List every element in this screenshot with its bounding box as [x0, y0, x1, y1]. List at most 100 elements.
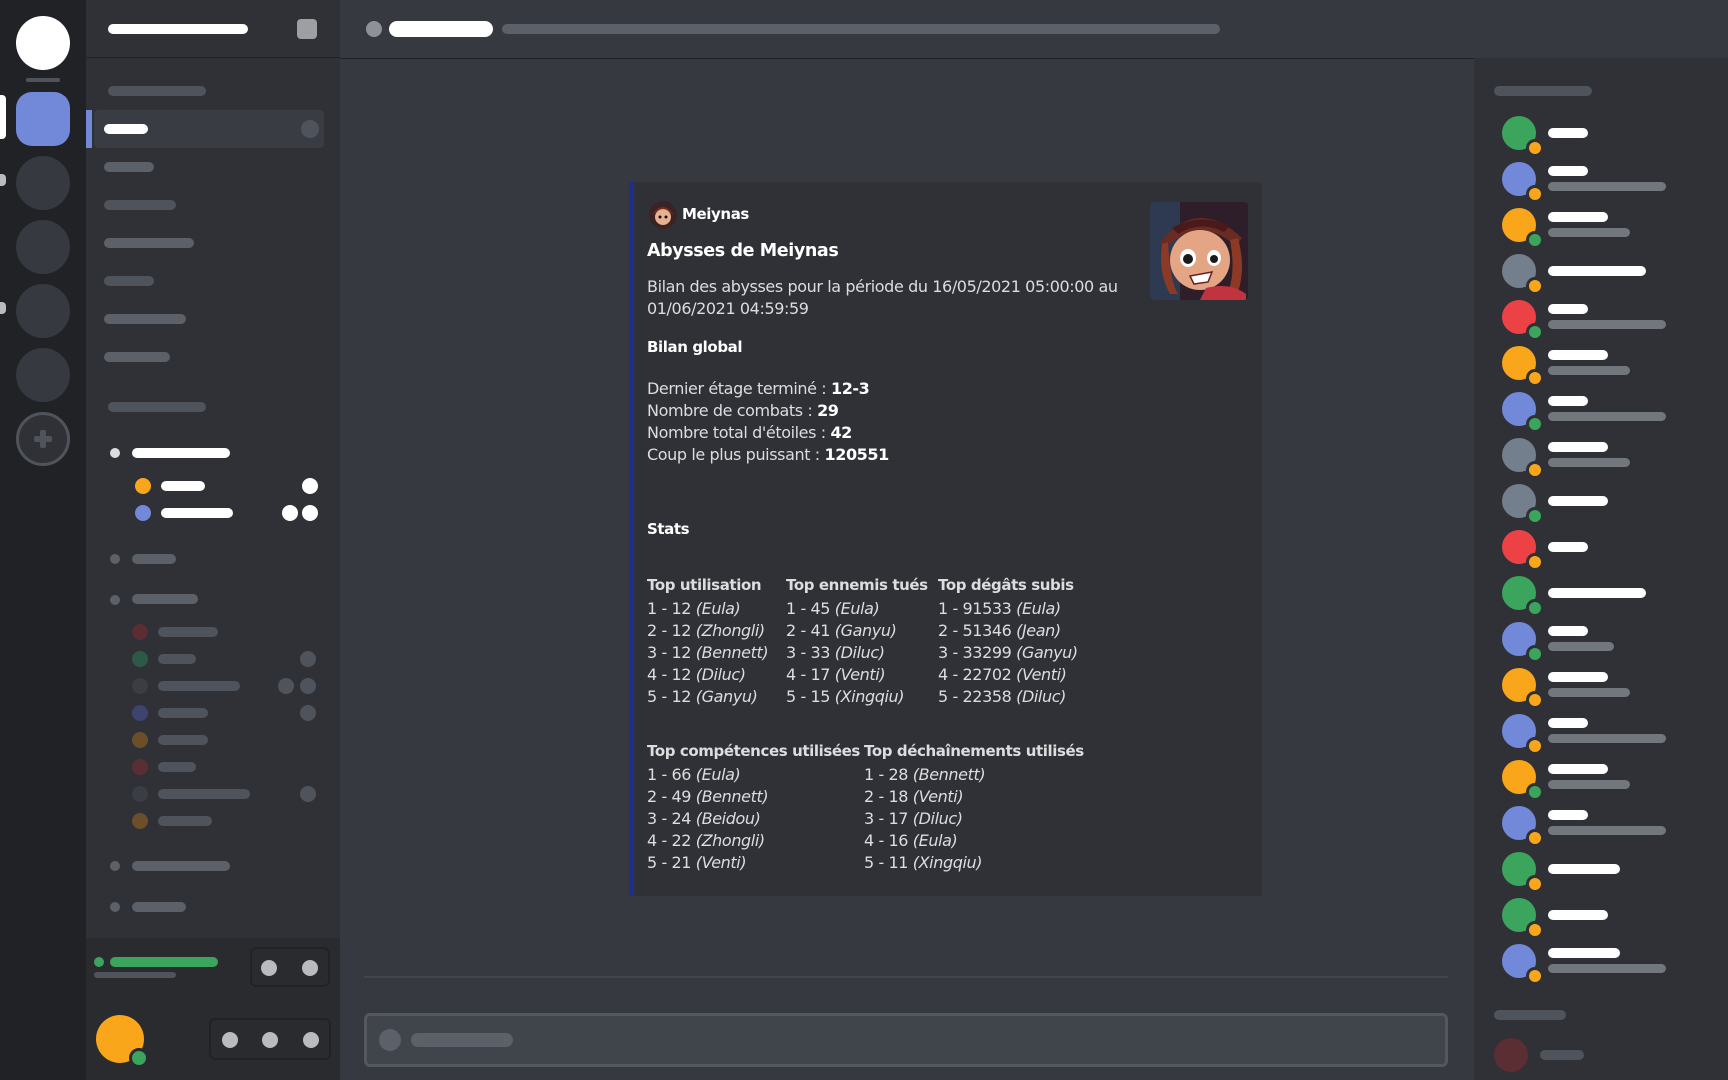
author-avatar-icon	[649, 201, 677, 229]
server-icon[interactable]	[16, 348, 70, 402]
member-list	[1474, 58, 1728, 1080]
server-icon-active[interactable]	[16, 92, 70, 146]
member-item[interactable]	[1502, 898, 1702, 939]
voice-user-avatar[interactable]	[132, 705, 148, 721]
voice-channel-name[interactable]	[132, 861, 230, 871]
voice-channel-name[interactable]	[132, 554, 176, 564]
category-label[interactable]	[108, 86, 206, 96]
member-item[interactable]	[1502, 116, 1702, 157]
member-item[interactable]	[1502, 530, 1702, 571]
member-item[interactable]	[1502, 208, 1702, 249]
embed-thumbnail[interactable]	[1150, 202, 1248, 300]
voice-user-avatar[interactable]	[132, 813, 148, 829]
member-group-label	[1494, 86, 1592, 96]
embed-thumbnail	[1150, 202, 1248, 300]
channel-item[interactable]	[104, 276, 154, 286]
field-item-name: (Eula)	[912, 831, 958, 850]
server-icon[interactable]	[16, 220, 70, 274]
channel-item[interactable]	[104, 162, 154, 172]
member-item[interactable]	[1502, 392, 1702, 433]
field-item: 1 - 45 (Eula)	[786, 598, 880, 620]
channel-item[interactable]	[104, 200, 176, 210]
field-item-name: (Bennett)	[695, 787, 769, 806]
voice-connected-label[interactable]	[110, 957, 218, 967]
member-activity	[1548, 182, 1666, 191]
channel-item[interactable]	[104, 238, 194, 248]
member-item[interactable]	[1502, 622, 1702, 663]
field-item: 1 - 28 (Bennett)	[864, 764, 986, 786]
voice-user-avatar[interactable]	[132, 678, 148, 694]
member-item[interactable]	[1502, 852, 1702, 893]
field-item: 5 - 22358 (Diluc)	[938, 686, 1066, 708]
member-name[interactable]	[1540, 1050, 1584, 1060]
member-group-label	[1494, 1010, 1566, 1020]
category-label[interactable]	[108, 402, 206, 412]
member-name	[1548, 810, 1588, 820]
member-activity	[1548, 688, 1630, 697]
embed-author-name[interactable]: Meiynas	[682, 203, 749, 225]
field-item: 2 - 18 (Venti)	[864, 786, 964, 808]
member-item[interactable]	[1502, 576, 1702, 617]
status-icon	[1526, 185, 1544, 203]
server-icon[interactable]	[16, 156, 70, 210]
member-activity	[1548, 458, 1630, 467]
field-item-value: 1 - 28	[864, 765, 913, 784]
field-item: 4 - 17 (Venti)	[786, 664, 886, 686]
author-avatar[interactable]	[649, 201, 677, 229]
voice-user-name	[158, 627, 218, 637]
voice-user-avatar[interactable]	[132, 732, 148, 748]
add-server-button[interactable]	[16, 412, 70, 466]
voice-user-avatar[interactable]	[132, 786, 148, 802]
member-item[interactable]	[1502, 162, 1702, 203]
member-name	[1548, 588, 1646, 598]
screen-share-icon[interactable]	[261, 960, 277, 976]
mute-icon[interactable]	[222, 1032, 238, 1048]
voice-user-avatar[interactable]	[132, 651, 148, 667]
voice-channel-name[interactable]	[132, 448, 230, 458]
voice-user-avatar[interactable]	[135, 505, 151, 521]
member-item[interactable]	[1502, 438, 1702, 479]
field-title: Top ennemis tués	[786, 576, 928, 594]
server-settings-icon[interactable]	[297, 19, 317, 39]
member-item[interactable]	[1502, 806, 1702, 847]
status-icon	[1526, 875, 1544, 893]
member-item[interactable]	[1502, 300, 1702, 341]
home-button[interactable]	[16, 16, 70, 70]
voice-user-avatar[interactable]	[135, 478, 151, 494]
voice-user-avatar[interactable]	[132, 624, 148, 640]
attach-icon[interactable]	[379, 1029, 401, 1051]
field-item-value: 2 - 41	[786, 621, 835, 640]
gear-icon[interactable]	[303, 1032, 319, 1048]
field-item-name: (Eula)	[695, 599, 741, 618]
member-item[interactable]	[1502, 760, 1702, 801]
stats-embed: Meiynas Abysses de Meiynas Bilan des aby…	[629, 182, 1262, 896]
member-item[interactable]	[1502, 346, 1702, 387]
channel-item[interactable]	[104, 352, 170, 362]
voice-channel-name[interactable]	[132, 594, 198, 604]
member-item[interactable]	[1502, 668, 1702, 709]
field-item-name: (Ganyu)	[834, 621, 897, 640]
channel-topic[interactable]	[502, 24, 1220, 34]
member-item[interactable]	[1502, 944, 1702, 985]
channel-item[interactable]	[104, 314, 186, 324]
server-icon[interactable]	[16, 284, 70, 338]
avatar[interactable]	[1494, 1038, 1528, 1072]
disconnect-icon[interactable]	[302, 960, 318, 976]
voice-channel-name[interactable]	[132, 902, 186, 912]
member-name	[1548, 542, 1588, 552]
deafen-icon[interactable]	[262, 1032, 278, 1048]
member-name	[1548, 626, 1588, 636]
voice-status-icon	[302, 478, 318, 494]
server-header[interactable]	[86, 0, 340, 58]
unread-pill	[0, 174, 6, 186]
member-activity	[1548, 320, 1666, 329]
member-item[interactable]	[1502, 714, 1702, 755]
voice-user-avatar[interactable]	[132, 759, 148, 775]
status-icon	[1526, 599, 1544, 617]
member-item[interactable]	[1502, 254, 1702, 295]
message-input[interactable]	[364, 1013, 1448, 1067]
member-item[interactable]	[1502, 484, 1702, 525]
field-item: 2 - 49 (Bennett)	[647, 786, 769, 808]
field-item-value: 5 - 15	[786, 687, 835, 706]
field-title: Top déchaînements utilisés	[864, 742, 1084, 760]
